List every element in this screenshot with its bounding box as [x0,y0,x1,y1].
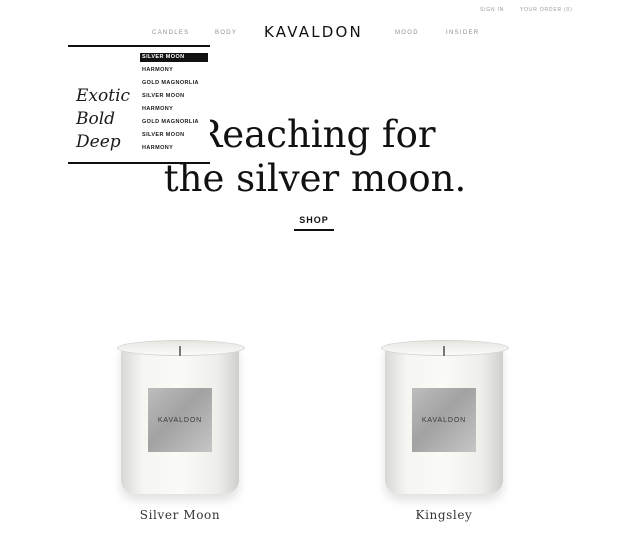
product-name[interactable]: Kingsley [374,508,514,522]
site-logo[interactable]: KAVALDON [264,23,363,41]
menu-item-silver-moon[interactable]: SILVER MOON [140,92,208,105]
sign-in-link[interactable]: SIGN IN [480,7,504,13]
product-name[interactable]: Silver Moon [110,508,250,522]
nav-candles[interactable]: CANDLES [152,30,189,36]
dropdown-menu: SILVER MOON HARMONY GOLD MAGNORLIA SILVE… [140,53,208,157]
dropdown-bottom-rule [68,162,210,164]
candle-wick [443,346,445,356]
your-order-link[interactable]: YOUR ORDER (0) [520,7,573,13]
menu-item-gold-magnorlia[interactable]: GOLD MAGNORLIA [140,79,208,92]
label-brand: KAVALDON [421,416,467,424]
menu-item-silver-moon[interactable]: SILVER MOON [140,131,208,144]
menu-item-silver-moon[interactable]: SILVER MOON [140,53,208,62]
mood-word-bold: Bold [76,109,116,129]
candle-label: KAVALDON [412,388,476,452]
nav-mood[interactable]: MOOD [395,30,419,36]
nav-insider[interactable]: INSIDER [446,30,479,36]
shop-button[interactable]: SHOP [294,215,334,231]
label-brand: KAVALDON [157,416,203,424]
dropdown-top-rule [68,45,210,47]
nav-body[interactable]: BODY [215,30,237,36]
mood-word-exotic: Exotic [76,86,131,106]
mood-words: Exotic Bold Deep [76,85,130,154]
menu-item-harmony[interactable]: HARMONY [140,144,208,157]
menu-item-harmony[interactable]: HARMONY [140,105,208,118]
candle-wick [179,346,181,356]
menu-item-gold-magnorlia[interactable]: GOLD MAGNORLIA [140,118,208,131]
candle-rim [117,340,245,356]
candle-label: KAVALDON [148,388,212,452]
mood-word-deep: Deep [76,132,121,152]
candle-rim [381,340,509,356]
menu-item-harmony[interactable]: HARMONY [140,66,208,79]
